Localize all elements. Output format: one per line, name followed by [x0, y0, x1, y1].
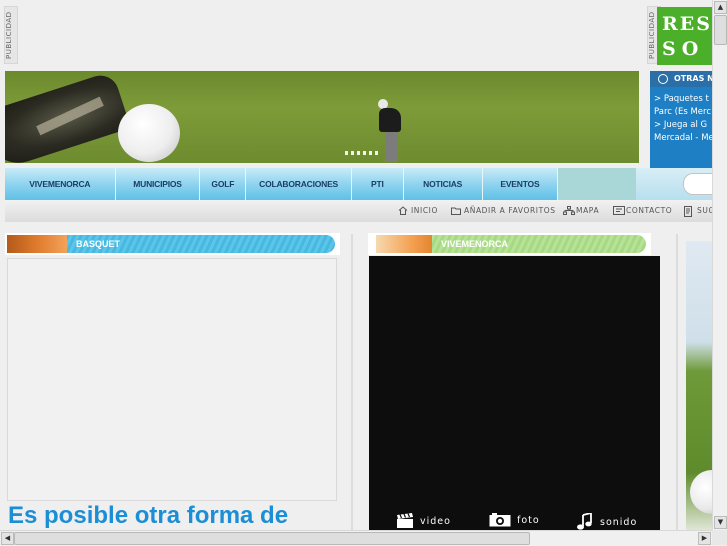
sugerencias-link[interactable]: SUG — [684, 206, 715, 217]
scroll-down-arrow-icon[interactable]: ▼ — [714, 516, 727, 529]
scroll-up-arrow-icon[interactable]: ▲ — [714, 1, 727, 14]
mapa-link[interactable]: MAPA — [563, 206, 599, 215]
nav-item-golf[interactable]: GOLF — [200, 168, 247, 200]
camera-icon — [489, 513, 511, 527]
header-banner — [5, 71, 639, 163]
video-player[interactable] — [369, 256, 660, 538]
nav-item-noticias[interactable]: NOTICIAS — [404, 168, 483, 200]
main-nav: VIVEMENORCA MUNICIPIOS GOLF COLABORACION… — [5, 168, 637, 200]
otras-noticias-title: OTRAS N — [674, 74, 714, 83]
promo-ad[interactable]: RES SO — [657, 7, 712, 65]
nav-item-vivemenorca[interactable]: VIVEMENORCA — [5, 168, 116, 200]
foto-button[interactable]: foto — [489, 513, 540, 527]
horizontal-scroll-thumb[interactable] — [14, 532, 530, 545]
news-link[interactable]: > Juega al G — [650, 119, 715, 132]
vivemenorca-thumb — [376, 235, 432, 253]
contacto-link[interactable]: CONTACTO — [613, 206, 672, 215]
foto-label: foto — [517, 514, 540, 526]
nav-item-blank — [558, 168, 637, 200]
video-label: video — [420, 515, 451, 527]
promo-ad-line2: SO — [662, 38, 705, 60]
news-link[interactable]: Parc (Es Merc — [650, 106, 715, 119]
inicio-label: INICIO — [411, 206, 438, 215]
news-link[interactable]: > Paquetes t — [650, 93, 715, 106]
note-icon — [684, 206, 694, 217]
nav-item-colaboraciones[interactable]: COLABORACIONES — [246, 168, 352, 200]
vivemenorca-title: VIVEMENORCA — [441, 239, 509, 249]
vertical-scroll-thumb[interactable] — [714, 15, 727, 45]
article-headline[interactable]: Es posible otra forma de — [8, 502, 288, 530]
nav-item-municipios[interactable]: MUNICIPIOS — [116, 168, 201, 200]
favoritos-label: AÑADIR A FAVORITOS — [464, 206, 556, 215]
sitemap-icon — [563, 206, 575, 215]
folder-icon — [451, 206, 461, 215]
sonido-button[interactable]: sonido — [576, 511, 638, 531]
clock-icon — [658, 74, 668, 84]
music-note-icon — [576, 511, 594, 531]
contact-icon — [613, 206, 625, 215]
nav-item-eventos[interactable]: EVENTOS — [483, 168, 559, 200]
favoritos-link[interactable]: AÑADIR A FAVORITOS — [451, 206, 556, 215]
publicidad-label-left: PUBLICIDAD — [4, 6, 18, 64]
otras-noticias-box: OTRAS N > Paquetes t Parc (Es Merc > Jue… — [650, 71, 715, 168]
promo-ad-line1: RES — [662, 13, 712, 35]
scroll-left-arrow-icon[interactable]: ◀ — [1, 532, 14, 545]
video-button[interactable]: video — [396, 513, 451, 529]
sonido-label: sonido — [600, 516, 638, 528]
news-link[interactable]: Mercadal - Me — [650, 132, 715, 145]
vertical-scrollbar[interactable]: ▲ ▼ — [712, 0, 727, 530]
nav-item-pti[interactable]: PTI — [352, 168, 404, 200]
golf-ball-image — [118, 104, 180, 162]
utility-bar — [5, 200, 716, 222]
contacto-label: CONTACTO — [626, 206, 673, 215]
scroll-corner — [712, 530, 727, 545]
clapperboard-icon — [396, 513, 414, 529]
golfer-image — [375, 99, 405, 163]
otras-noticias-header: OTRAS N — [650, 71, 715, 87]
column-divider — [676, 234, 678, 530]
column-divider — [351, 234, 353, 530]
horizontal-scrollbar[interactable]: ◀ ▶ — [0, 530, 712, 546]
basquet-title: BASQUET — [76, 239, 121, 249]
inicio-link[interactable]: INICIO — [398, 206, 438, 215]
basketball-thumb — [7, 235, 67, 253]
scroll-right-arrow-icon[interactable]: ▶ — [698, 532, 711, 545]
home-icon — [398, 206, 408, 215]
mapa-label: MAPA — [576, 206, 600, 215]
basquet-panel — [7, 258, 337, 501]
